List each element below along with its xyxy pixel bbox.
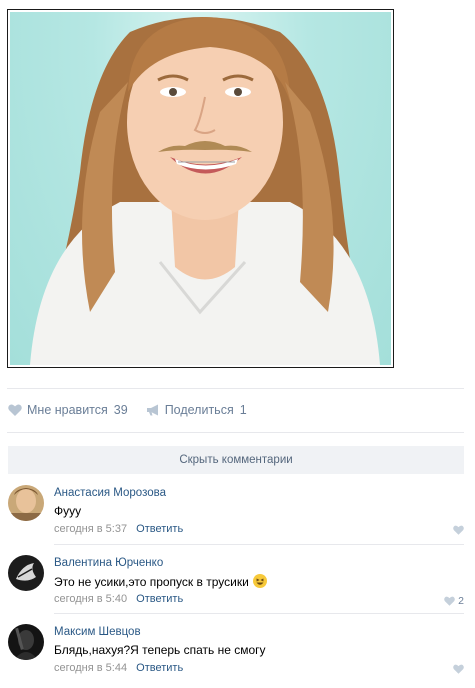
comment-meta: сегодня в 5:40 Ответить	[54, 593, 183, 605]
reply-button[interactable]: Ответить	[136, 593, 183, 605]
share-label: Поделиться	[164, 403, 234, 417]
divider	[54, 613, 464, 614]
comment-time[interactable]: сегодня в 5:37	[54, 523, 127, 535]
avatar[interactable]	[8, 485, 44, 521]
comment-like-button[interactable]	[453, 664, 464, 674]
avatar[interactable]	[8, 555, 44, 591]
share-count: 1	[239, 403, 247, 417]
comment-item: Валентина Юрченко Это не усики,это пропу…	[8, 551, 464, 615]
comment-meta: сегодня в 5:44 Ответить	[54, 662, 183, 674]
comment-time[interactable]: сегодня в 5:44	[54, 662, 127, 674]
comment-item: Анастасия Морозова Фууу сегодня в 5:37 О…	[8, 481, 464, 545]
reply-button[interactable]: Ответить	[136, 662, 183, 674]
post-actions: Мне нравится 39 Поделиться 1	[8, 401, 265, 419]
comment-text: Блядь,нахуя?Я теперь спать не смогу	[54, 643, 266, 657]
comment-meta: сегодня в 5:37 Ответить	[54, 523, 183, 535]
comment-text: Фууу	[54, 504, 82, 518]
share-button[interactable]: Поделиться 1	[146, 403, 247, 417]
post-photo-frame[interactable]	[7, 9, 394, 368]
heart-icon	[453, 664, 464, 674]
comment-author[interactable]: Максим Шевцов	[54, 626, 141, 638]
heart-icon	[444, 596, 455, 606]
heart-icon	[8, 404, 22, 416]
comment-author[interactable]: Анастасия Морозова	[54, 487, 166, 499]
comment-text-content: Это не усики,это пропуск в трусики	[54, 575, 249, 589]
comment-text: Это не усики,это пропуск в трусики	[54, 574, 268, 589]
reply-button[interactable]: Ответить	[136, 523, 183, 535]
divider	[7, 388, 464, 389]
heart-icon	[453, 525, 464, 535]
comment-like-button[interactable]: 2	[444, 595, 464, 607]
post-photo[interactable]	[10, 12, 391, 365]
megaphone-icon	[146, 404, 158, 416]
comment-author[interactable]: Валентина Юрченко	[54, 557, 163, 569]
comment-item: Максим Шевцов Блядь,нахуя?Я теперь спать…	[8, 620, 464, 684]
comment-like-button[interactable]	[453, 525, 464, 535]
photo-illustration	[30, 17, 380, 365]
avatar[interactable]	[8, 624, 44, 660]
like-button[interactable]: Мне нравится 39	[8, 403, 128, 417]
hide-comments-button[interactable]: Скрыть комментарии	[8, 446, 464, 474]
like-label: Мне нравится	[27, 403, 108, 417]
hide-comments-label: Скрыть комментарии	[179, 454, 293, 466]
comment-time[interactable]: сегодня в 5:40	[54, 593, 127, 605]
comment-like-count: 2	[458, 595, 464, 607]
divider	[54, 544, 464, 545]
divider	[7, 432, 464, 433]
laughing-emoji-icon	[253, 574, 268, 588]
like-count: 39	[113, 403, 128, 417]
